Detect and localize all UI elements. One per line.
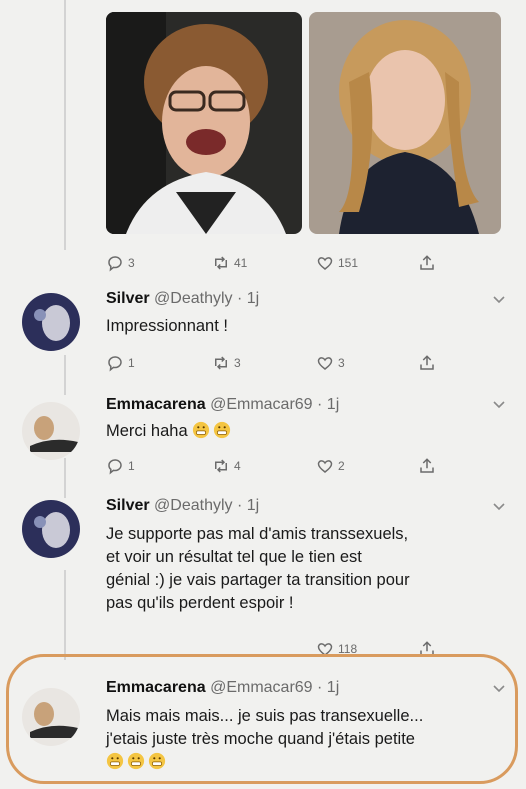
tweet-header: Silver @Deathyly · 1j [106,290,259,308]
like-count: 151 [338,256,359,270]
reply-icon [108,356,122,372]
display-name[interactable]: Emmacarena [106,679,206,696]
tweet-header: Emmacarena @Emmacar69 · 1j [106,396,339,414]
tweet-photo-left[interactable] [106,12,302,234]
reply-count: 1 [128,459,135,473]
retweet-count: 3 [234,356,241,370]
like-icon [317,357,333,370]
like-icon [317,460,333,473]
share-icon [420,458,434,473]
grimacing-emoji-icon [127,752,145,770]
reply-count: 3 [128,256,135,270]
like-icon [317,257,333,270]
share-button[interactable] [418,354,436,372]
avatar[interactable] [22,688,80,746]
display-name[interactable]: Emmacarena [106,396,206,413]
chevron-down-icon[interactable] [492,500,506,514]
emoji-row [106,751,506,774]
tweet-photo-right[interactable] [309,12,501,234]
retweet-button[interactable]: 4 [212,457,241,475]
avatar[interactable] [22,500,80,558]
handle[interactable]: @Emmacar69 · 1j [210,396,339,413]
like-count: 2 [338,459,345,473]
tweet-header: Silver @Deathyly · 1j [106,497,259,515]
share-icon [420,355,434,370]
share-button[interactable] [418,254,436,272]
retweet-count: 4 [234,459,241,473]
reply-tweet[interactable]: Emmacarena @Emmacar69 · 1j Merci haha [0,390,526,460]
avatar[interactable] [22,402,80,460]
reply-button[interactable]: 1 [106,457,135,475]
tweet-text-line: Je supporte pas mal d'amis transsexuels, [106,525,409,543]
grimacing-emoji-icon [193,421,210,439]
tweet-actions: 1 3 3 [106,354,446,378]
reply-icon [108,459,122,475]
reply-tweet[interactable]: Emmacarena @Emmacar69 · 1j Mais mais mai… [0,674,526,784]
tweet-text: Je supporte pas mal d'amis transsexuels,… [106,523,506,615]
handle[interactable]: @Deathyly · 1j [154,290,259,307]
chevron-down-icon[interactable] [492,398,506,412]
reply-count: 1 [128,356,135,370]
like-count: 3 [338,356,345,370]
tweet-text: Impressionnant ! [106,317,228,335]
tweet-text-line: j'etais juste très moche quand j'étais p… [106,730,415,748]
tweet-text: Merci haha [106,420,506,443]
tweet-text-content: Merci haha [106,422,188,440]
retweet-icon [215,356,227,370]
share-button[interactable] [418,457,436,475]
tweet-actions: 1 4 2 [106,457,446,481]
display-name[interactable]: Silver [106,290,150,307]
chevron-down-icon[interactable] [492,293,506,307]
like-button[interactable]: 151 [316,254,358,272]
retweet-button[interactable]: 3 [212,354,241,372]
tweet-text-line: génial :) je vais partager ta transition… [106,571,410,589]
reply-button[interactable]: 3 [106,254,135,272]
grimacing-emoji-icon [148,752,166,770]
like-button[interactable]: 3 [316,354,345,372]
retweet-icon [215,459,227,473]
reply-icon [108,256,122,272]
reply-tweet[interactable]: Silver @Deathyly · 1j Je supporte pas ma… [0,492,526,652]
tweet-text: Mais mais mais... je suis pas transexuel… [106,705,506,774]
tweet-text-line: Mais mais mais... je suis pas transexuel… [106,707,424,725]
share-icon [420,255,434,270]
chevron-down-icon[interactable] [492,682,506,696]
grimacing-emoji-icon [214,421,231,439]
retweet-button[interactable]: 41 [212,254,247,272]
thread-line [64,0,66,250]
display-name[interactable]: Silver [106,497,150,514]
top-tweet-actions: 3 41 151 [106,254,446,278]
retweet-count: 41 [234,256,248,270]
tweet-text-line: pas qu'ils perdent espoir ! [106,594,294,612]
avatar[interactable] [22,293,80,351]
reply-button[interactable]: 1 [106,354,135,372]
tweet-header: Emmacarena @Emmacar69 · 1j [106,679,339,697]
grimacing-emoji-icon [106,752,124,770]
retweet-icon [215,256,227,270]
handle[interactable]: @Deathyly · 1j [154,497,259,514]
tweet-text-line: et voir un résultat tel que le tien est [106,548,362,566]
handle[interactable]: @Emmacar69 · 1j [210,679,339,696]
like-button[interactable]: 2 [316,457,345,475]
